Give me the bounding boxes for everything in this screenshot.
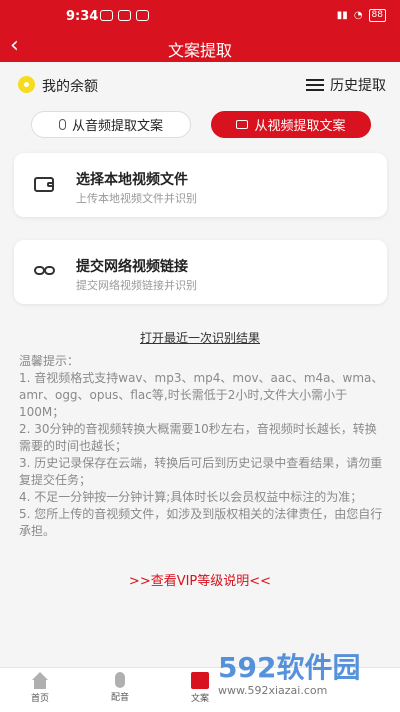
select-local-video-card[interactable]: 选择本地视频文件 上传本地视频文件并识别 bbox=[14, 153, 387, 217]
notification-icon bbox=[118, 10, 131, 21]
tip-line: 5. 您所上传的音视频文件，如涉及到版权相关的法律责任，由您自行承担。 bbox=[19, 507, 383, 538]
card-title: 提交网络视频链接 bbox=[76, 259, 188, 275]
status-time: 9:34 bbox=[66, 9, 99, 24]
tip-line: 2. 30分钟的音视频转换大概需要10秒左右，音视频时长越长，转换需要的时间也越… bbox=[19, 422, 377, 453]
tips-heading: 温馨提示： bbox=[19, 354, 80, 368]
watermark-logo: 592软件园 www.592xiazai.com bbox=[210, 640, 390, 706]
microphone-icon bbox=[58, 119, 66, 130]
card-subtitle: 上传本地视频文件并识别 bbox=[76, 192, 197, 205]
tabbar-item-home[interactable]: 首页 bbox=[0, 672, 80, 704]
wifi-icon: ◔ bbox=[353, 10, 363, 21]
coin-icon bbox=[18, 76, 35, 93]
submit-video-link-card[interactable]: 提交网络视频链接 提交网络视频链接并识别 bbox=[14, 240, 387, 304]
notification-icon bbox=[100, 10, 113, 21]
tab-audio[interactable]: 从音频提取文案 bbox=[31, 111, 191, 138]
card-subtitle: 提交网络视频链接并识别 bbox=[76, 279, 197, 292]
mic-icon bbox=[115, 672, 125, 688]
document-icon bbox=[191, 672, 209, 689]
video-icon bbox=[236, 120, 249, 129]
card-title: 选择本地视频文件 bbox=[76, 172, 188, 188]
history-label: 历史提取 bbox=[330, 78, 386, 94]
source-tabs: 从音频提取文案 从视频提取文案 bbox=[0, 111, 400, 139]
signal-icon: ▮▮ bbox=[336, 10, 348, 21]
tip-line: 3. 历史记录保存在云端，转换后可后到历史记录中查看结果，请勿重复提交任务； bbox=[19, 456, 383, 487]
tab-audio-label: 从音频提取文案 bbox=[71, 119, 163, 134]
watermark-brand: 592软件园 bbox=[218, 651, 361, 684]
my-balance-link[interactable]: 我的余额 bbox=[42, 76, 98, 96]
page-title: 文案提取 bbox=[167, 41, 232, 60]
tip-line: 4. 不足一分钟按一分钟计算;具体时长以会员权益中标注的为准； bbox=[19, 490, 363, 504]
watermark-url: www.592xiazai.com bbox=[218, 684, 328, 697]
link-icon bbox=[34, 264, 58, 278]
tips-section: 温馨提示： 1. 音视频格式支持wav、mp3、mp4、mov、aac、m4a、… bbox=[19, 353, 385, 540]
app-header: ‹ 文案提取 bbox=[0, 32, 400, 62]
tabbar-label: 配音 bbox=[110, 693, 129, 703]
tab-video[interactable]: 从视频提取文案 bbox=[211, 111, 371, 138]
system-icons: ▮▮ ◔ 88 bbox=[337, 9, 386, 22]
tab-video-label: 从视频提取文案 bbox=[254, 119, 346, 134]
sliders-icon bbox=[306, 78, 324, 92]
status-bar: 9:34 ▮▮ ◔ 88 bbox=[0, 0, 400, 32]
open-last-result-link[interactable]: 打开最近一次识别结果 bbox=[0, 329, 400, 346]
tabbar-item-dubbing[interactable]: 配音 bbox=[80, 672, 160, 703]
notification-icon bbox=[136, 10, 149, 21]
tabbar-label: 首页 bbox=[30, 694, 49, 704]
tip-line: 1. 音视频格式支持wav、mp3、mp4、mov、aac、m4a、wma、am… bbox=[19, 371, 384, 419]
tabbar-label: 文案 bbox=[190, 694, 209, 704]
balance-row: 我的余额 历史提取 bbox=[0, 70, 400, 98]
home-icon bbox=[31, 672, 49, 689]
wallet-icon bbox=[34, 177, 54, 192]
history-button[interactable]: 历史提取 bbox=[306, 75, 386, 95]
battery-icon: 88 bbox=[368, 9, 386, 22]
vip-levels-link[interactable]: >>查看VIP等级说明<< bbox=[0, 570, 400, 589]
